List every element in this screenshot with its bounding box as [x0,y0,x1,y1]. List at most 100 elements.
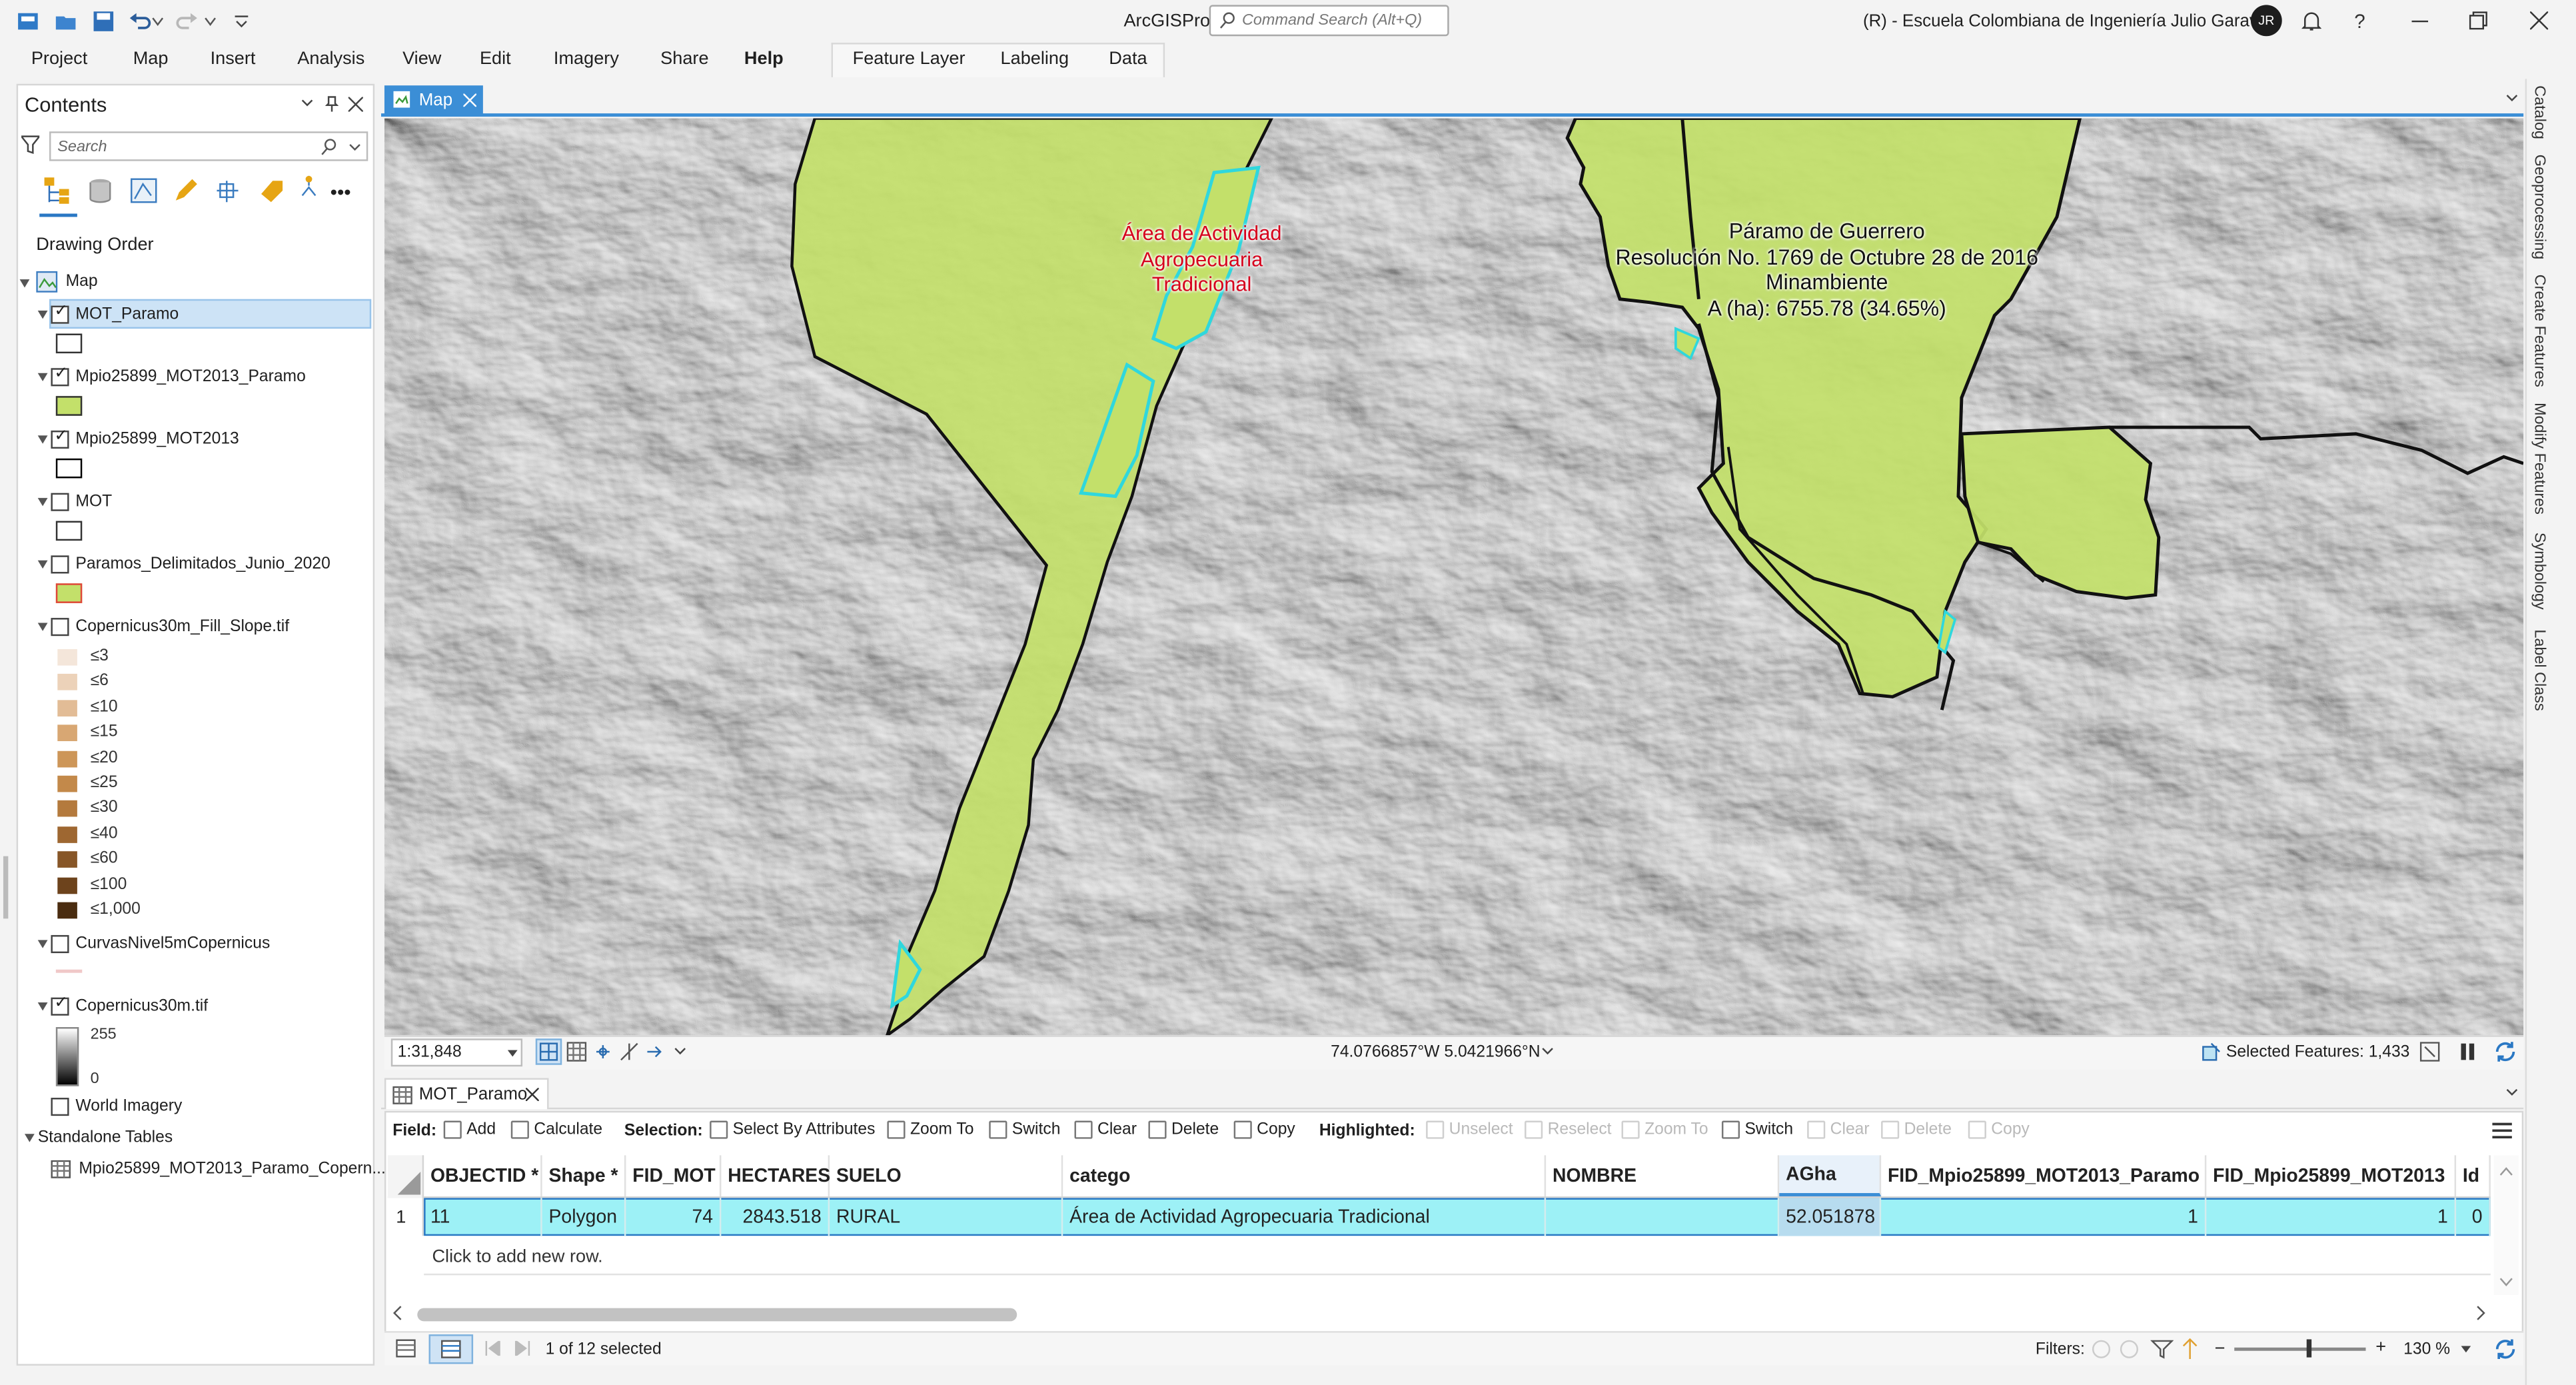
cell-hectares[interactable]: 2843.518 [721,1198,830,1236]
cell-fid-mpio-mot2013[interactable]: 1 [2206,1198,2457,1236]
layer-name-curvas[interactable]: CurvasNivel5mCopernicus [75,935,270,953]
legend-swatch[interactable] [57,800,77,818]
constraints-icon[interactable] [620,1042,640,1062]
list-by-snapping-icon[interactable] [214,177,242,203]
last-record-icon[interactable] [514,1340,531,1356]
tab-share[interactable]: Share [660,49,708,69]
zoom-slider-track[interactable] [2234,1347,2366,1351]
save-icon[interactable] [92,10,115,33]
column-header-shape[interactable]: Shape * [542,1155,626,1196]
column-header-fid-mpio-paramo[interactable]: FID_Mpio25899_MOT2013_Paramo [1881,1155,2207,1196]
tab-map[interactable]: Map [133,49,169,69]
column-header-fid-mpio-mot2013[interactable]: FID_Mpio25899_MOT2013 [2206,1155,2457,1196]
command-search-input[interactable]: Command Search (Alt+Q) [1209,5,1449,37]
redo-dropdown-icon[interactable] [204,15,217,28]
symbol-swatch[interactable] [55,583,83,603]
layer-checkbox-fill-slope[interactable] [51,618,69,637]
reselect-button[interactable]: Reselect [1525,1120,1612,1139]
search-options-icon[interactable] [348,143,362,153]
tab-analysis[interactable]: Analysis [297,49,364,69]
pane-splitter-handle[interactable] [3,856,9,919]
map-canvas[interactable]: Área de Actividad Agropecuaria Tradicion… [384,118,2524,1036]
select-all-corner[interactable] [387,1155,424,1198]
add-field-button[interactable]: Add [443,1120,496,1139]
scale-combobox[interactable]: 1:31,848 [390,1038,523,1067]
layer-checkbox-paramos-delimitados[interactable] [51,555,69,574]
list-by-labeling-icon[interactable] [258,177,286,203]
add-row-text[interactable]: Click to add new row. [432,1247,602,1267]
layer-checkbox-curvas[interactable] [51,934,69,954]
filter-by-selection-icon[interactable] [2120,1339,2140,1359]
more-options-icon[interactable]: ••• [330,181,351,204]
notification-bell-icon[interactable] [2301,10,2321,31]
expand-layer-icon[interactable] [37,1002,48,1011]
side-tab-label-class[interactable]: Label Class [2530,629,2548,710]
snapping-icon[interactable] [593,1042,613,1062]
column-header-hectares[interactable]: HECTARES [721,1155,830,1196]
show-all-records-icon[interactable] [396,1339,416,1358]
tab-edit[interactable]: Edit [480,49,511,69]
symbol-swatch[interactable] [55,521,83,541]
zoom-dropdown-icon[interactable] [2461,1346,2471,1353]
legend-swatch[interactable] [57,876,77,894]
show-selected-records-toggle[interactable] [428,1334,474,1364]
cell-catego[interactable]: Área de Actividad Agropecuaria Tradicion… [1063,1198,1547,1236]
layer-name-paramos-delimitados[interactable]: Paramos_Delimitados_Junio_2020 [75,555,330,573]
view-options-icon[interactable] [2505,1088,2519,1098]
side-tab-modify-features[interactable]: Modify Features [2530,403,2548,515]
expand-layer-icon[interactable] [37,435,48,444]
search-icon[interactable] [321,138,337,156]
column-header-agha[interactable]: AGha [1779,1155,1882,1196]
select-by-attributes-button[interactable]: Select By Attributes [710,1120,875,1139]
symbol-swatch[interactable] [55,458,83,479]
list-by-drawing-order-icon[interactable] [43,176,72,205]
expand-layer-icon[interactable] [37,373,48,382]
map-view-tab[interactable]: Map [384,85,483,115]
list-by-perspective-icon[interactable] [299,174,319,203]
zoom-out-button[interactable]: − [2215,1339,2226,1359]
switch-selection-button[interactable]: Switch [989,1120,1060,1139]
coordinate-format-dropdown-icon[interactable] [1541,1047,1555,1057]
filter-by-extent-icon[interactable] [2092,1339,2112,1359]
close-tab-icon[interactable] [525,1088,539,1101]
layer-checkbox-mpio-mot2013[interactable] [51,427,69,449]
pause-drawing-icon[interactable] [2459,1042,2476,1062]
tab-imagery[interactable]: Imagery [554,49,619,69]
delete-selection-button[interactable]: Delete [1148,1120,1219,1139]
side-tab-geoprocessing[interactable]: Geoprocessing [2530,155,2548,260]
highlighted-delete-button[interactable]: Delete [1881,1120,1952,1139]
highlighted-switch-button[interactable]: Switch [1721,1120,1793,1139]
expand-layer-icon[interactable] [37,623,48,631]
expand-layer-icon[interactable] [37,498,48,507]
list-by-selection-icon[interactable] [130,177,158,203]
cell-fid-mot[interactable]: 74 [626,1198,722,1236]
legend-swatch[interactable] [57,649,77,666]
view-options-icon[interactable] [2505,94,2519,104]
refresh-icon[interactable] [2494,1040,2517,1064]
pane-options-icon[interactable] [301,99,314,109]
refresh-cache-icon[interactable] [2419,1042,2440,1062]
column-header-catego[interactable]: catego [1063,1155,1547,1196]
undo-icon[interactable] [128,10,151,33]
cell-id[interactable]: 0 [2456,1198,2491,1236]
zoom-slider-thumb[interactable] [2306,1339,2312,1358]
navigator-icon[interactable] [646,1042,666,1062]
unselect-button[interactable]: Unselect [1426,1120,1513,1139]
contents-search-input[interactable]: Search [49,131,368,161]
expand-layer-icon[interactable] [37,310,48,319]
minimize-icon[interactable] [2411,20,2429,23]
legend-swatch[interactable] [57,902,77,919]
calculate-field-button[interactable]: Calculate [510,1120,602,1139]
layer-checkbox-world-imagery[interactable] [51,1098,69,1116]
new-project-icon[interactable] [17,10,40,33]
legend-swatch[interactable] [57,674,77,691]
definition-query-icon[interactable] [2150,1338,2174,1361]
horizontal-scroll-thumb[interactable] [417,1308,1017,1322]
dropdown-icon[interactable] [674,1047,687,1057]
copy-selection-button[interactable]: Copy [1233,1120,1295,1139]
highlighted-copy-button[interactable]: Copy [1968,1120,2030,1139]
filter-icon[interactable] [21,135,40,155]
row-number[interactable]: 1 [387,1198,424,1236]
layer-checkbox-mot-paramo[interactable] [51,303,69,324]
open-folder-icon[interactable] [54,10,77,33]
